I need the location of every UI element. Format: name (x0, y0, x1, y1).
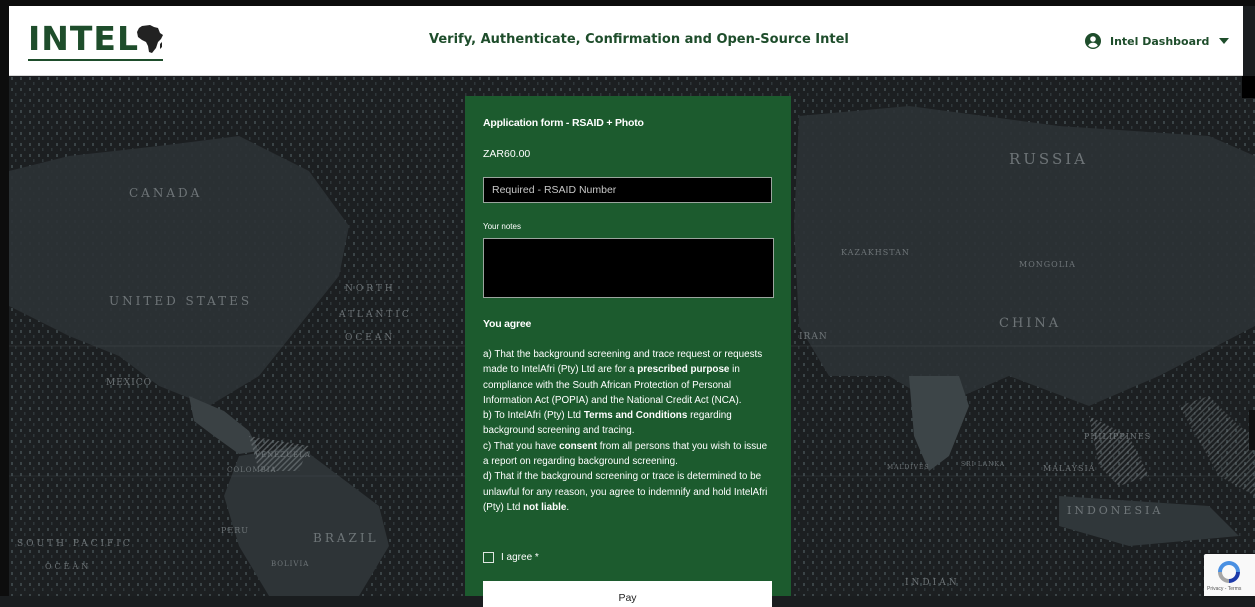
notes-textarea[interactable] (483, 238, 774, 298)
user-circle-icon (1085, 33, 1101, 49)
map-label-venezuela: VENEZUELA (255, 451, 311, 459)
africa-icon (137, 25, 163, 53)
map-label-ocean: OCEAN (345, 333, 396, 343)
map-label-south-ocean: OCEAN (45, 562, 92, 571)
map-label-maldives: MALDIVES (887, 464, 930, 471)
user-menu-dropdown[interactable]: Intel Dashboard (1085, 33, 1230, 49)
user-menu-label: Intel Dashboard (1110, 34, 1210, 48)
map-label-sri-lanka: SRI LANKA (961, 461, 1006, 468)
map-label-mexico: MEXICO (106, 378, 153, 388)
logo-text: INTEL (28, 19, 139, 58)
rsaid-number-input[interactable] (483, 177, 772, 203)
recaptcha-badge[interactable]: Privacy - Terms (1204, 554, 1255, 596)
map-label-atlantic: ATLANTIC (339, 310, 412, 320)
pay-button[interactable]: Pay (483, 581, 772, 607)
map-label-colombia: COLOMBIA (227, 466, 277, 474)
terms-text: a) That the background screening and tra… (483, 347, 775, 515)
notes-label: Your notes (483, 222, 521, 231)
map-label-indonesia: INDONESIA (1067, 504, 1164, 517)
scroll-edge (1242, 76, 1255, 98)
term-d: d) That if the background screening or t… (483, 471, 768, 513)
map-label-united-states: UNITED STATES (109, 294, 253, 308)
caret-down-icon (1219, 38, 1230, 44)
map-label-north: NORTH (345, 284, 396, 294)
agree-checkbox[interactable] (483, 552, 494, 563)
form-price: ZAR60.00 (483, 148, 531, 160)
logo-underline (28, 59, 163, 61)
term-c: c) That you have consent from all person… (483, 440, 768, 468)
map-label-south-pacific: SOUTH PACIFIC (17, 539, 133, 549)
application-form-card: Application form - RSAID + Photo ZAR60.0… (465, 96, 791, 607)
you-agree-heading: You agree (483, 318, 532, 330)
window-frame-left (0, 0, 9, 596)
map-label-kazakhstan: KAZAKHSTAN (841, 248, 910, 257)
map-label-mongolia: MONGOLIA (1019, 260, 1076, 269)
map-label-philippines: PHILIPPINES (1084, 432, 1152, 441)
map-label-brazil: BRAZIL (313, 531, 379, 545)
agree-checkbox-label[interactable]: I agree * (501, 552, 539, 563)
map-label-malaysia: MALAYSIA (1043, 464, 1096, 473)
map-label-indian: INDIAN (905, 578, 960, 588)
recaptcha-icon (1218, 561, 1240, 583)
term-a: a) That the background screening and tra… (483, 349, 763, 406)
site-header: INTEL Verify, Authenticate, Confirmation… (9, 6, 1243, 76)
map-label-russia: RUSSIA (1009, 150, 1088, 168)
header-title: Verify, Authenticate, Confirmation and O… (429, 32, 849, 47)
term-b: b) To IntelAfri (Pty) Ltd Terms and Cond… (483, 410, 732, 437)
map-label-canada: CANADA (129, 186, 203, 200)
agree-checkbox-row[interactable]: I agree * (483, 552, 539, 563)
map-label-peru: PERU (221, 526, 249, 535)
recaptcha-links[interactable]: Privacy - Terms (1207, 586, 1241, 592)
form-title: Application form - RSAID + Photo (483, 117, 644, 129)
map-label-china: CHINA (999, 316, 1062, 331)
map-label-bolivia: BOLIVIA (271, 560, 310, 568)
scroll-edge-lower (1249, 410, 1255, 450)
map-label-iran: IRAN (799, 332, 828, 342)
